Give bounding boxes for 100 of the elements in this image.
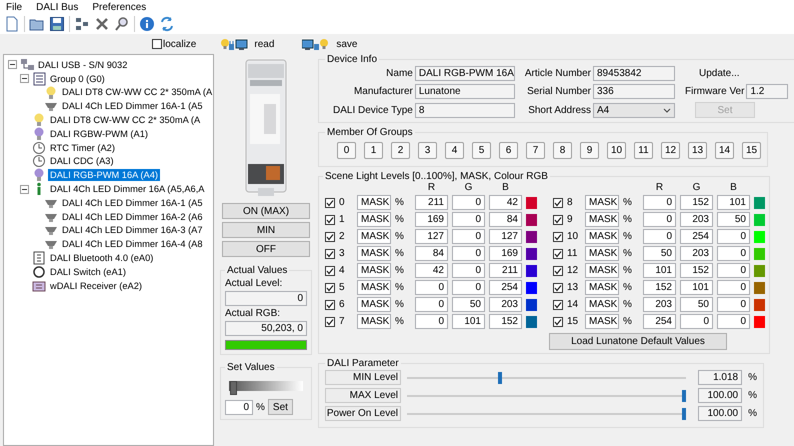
collapse-icon[interactable] xyxy=(20,74,29,84)
value-field[interactable]: 101 xyxy=(643,263,676,278)
dropdown[interactable]: A4 xyxy=(593,102,675,118)
group-toggle[interactable]: 0 xyxy=(337,142,356,159)
collapse-icon[interactable] xyxy=(8,60,17,70)
load-defaults-button[interactable]: Load Lunatone Default Values xyxy=(549,333,727,350)
set-button[interactable]: Set xyxy=(268,399,293,415)
checkbox[interactable] xyxy=(325,316,335,326)
mask-field[interactable]: MASK xyxy=(357,297,391,312)
slider-thumb[interactable] xyxy=(230,381,237,395)
level-slider[interactable] xyxy=(407,408,686,420)
value-field[interactable]: 42 xyxy=(489,195,522,210)
mask-field[interactable]: MASK xyxy=(585,314,619,329)
value-field[interactable]: 203 xyxy=(489,297,522,312)
tree-item[interactable]: DALI DT8 CW-WW CC 2* 350mA (A xyxy=(60,86,213,98)
mask-field[interactable]: MASK xyxy=(585,297,619,312)
value-field[interactable]: 100.00 xyxy=(698,388,742,403)
value-field[interactable]: 127 xyxy=(489,229,522,244)
device-button[interactable]: ON (MAX) xyxy=(222,203,310,219)
mask-field[interactable]: MASK xyxy=(585,229,619,244)
value-field[interactable]: 152 xyxy=(680,263,713,278)
checkbox[interactable] xyxy=(553,232,563,242)
checkbox[interactable] xyxy=(325,266,335,276)
mask-field[interactable]: MASK xyxy=(357,246,391,261)
text-field[interactable]: 89453842 xyxy=(593,66,675,80)
level-slider[interactable] xyxy=(407,372,686,384)
checkbox[interactable] xyxy=(325,214,335,224)
value-field[interactable]: 0 xyxy=(452,246,485,261)
text-field[interactable]: 8 xyxy=(414,102,515,118)
checkbox[interactable] xyxy=(553,198,563,208)
colour-swatch[interactable] xyxy=(754,264,765,276)
value-field[interactable]: 0 xyxy=(717,297,750,312)
value-field[interactable]: 101 xyxy=(717,195,750,210)
info-icon[interactable] xyxy=(139,16,155,32)
save-icon[interactable] xyxy=(49,16,65,32)
group-toggle[interactable]: 3 xyxy=(418,142,437,159)
value-field[interactable]: 203 xyxy=(680,212,713,227)
text-field[interactable]: 336 xyxy=(593,84,675,99)
group-toggle[interactable]: 12 xyxy=(661,142,680,159)
collapse-icon[interactable] xyxy=(20,184,29,194)
group-toggle[interactable]: 4 xyxy=(445,142,464,159)
tree-item[interactable]: DALI 4Ch LED Dimmer 16A-1 (A5 xyxy=(60,100,205,112)
menu-item[interactable]: Preferences xyxy=(92,2,146,12)
colour-swatch[interactable] xyxy=(526,230,537,242)
checkbox[interactable] xyxy=(553,316,563,326)
colour-swatch[interactable] xyxy=(754,248,765,260)
value-field[interactable]: 84 xyxy=(415,246,448,261)
text-field[interactable]: 1.2 xyxy=(746,84,788,99)
group-toggle[interactable]: 13 xyxy=(688,142,707,159)
value-field[interactable]: 203 xyxy=(643,297,676,312)
colour-swatch[interactable] xyxy=(526,248,537,260)
checkbox[interactable] xyxy=(152,39,162,49)
tree-item[interactable]: DALI 4Ch LED Dimmer 16A-3 (A7 xyxy=(60,224,205,236)
value-field[interactable]: 152 xyxy=(489,314,522,329)
read-button[interactable]: read xyxy=(220,38,274,50)
value-field[interactable]: 0 xyxy=(643,229,676,244)
tree-item[interactable]: DALI 4Ch LED Dimmer 16A-2 (A6 xyxy=(60,210,205,223)
checkbox[interactable] xyxy=(325,198,335,208)
value-field[interactable]: 0 xyxy=(717,229,750,244)
menu-item[interactable]: DALI Bus xyxy=(36,2,78,12)
colour-swatch[interactable] xyxy=(526,264,537,276)
value-field[interactable]: 42 xyxy=(415,263,448,278)
slider-thumb[interactable] xyxy=(682,390,686,402)
value-field[interactable]: 50 xyxy=(643,246,676,261)
mask-field[interactable]: MASK xyxy=(357,229,391,244)
mask-field[interactable]: MASK xyxy=(357,280,391,295)
value-field[interactable]: 0 xyxy=(717,263,750,278)
tree-item[interactable]: wDALI Receiver (eA2) xyxy=(48,280,144,292)
checkbox[interactable] xyxy=(325,282,335,292)
slider-thumb[interactable] xyxy=(498,372,502,384)
new-file-icon[interactable] xyxy=(4,16,20,32)
tree-item[interactable]: DALI CDC (A3) xyxy=(48,155,116,168)
level-slider[interactable] xyxy=(229,381,303,395)
value-field[interactable]: 50 xyxy=(680,297,713,312)
value-field[interactable]: 0 xyxy=(452,263,485,278)
value-field[interactable]: 152 xyxy=(643,280,676,295)
mask-field[interactable]: MASK xyxy=(357,212,391,227)
colour-swatch[interactable] xyxy=(526,196,537,208)
tree-item[interactable]: DALI USB - S/N 9032 xyxy=(36,58,130,71)
colour-swatch[interactable] xyxy=(754,230,765,242)
mask-field[interactable]: MASK xyxy=(357,314,391,329)
colour-swatch[interactable] xyxy=(526,316,537,328)
mask-field[interactable]: MASK xyxy=(585,246,619,261)
value-field[interactable]: 0 xyxy=(717,246,750,261)
checkbox[interactable] xyxy=(553,248,563,258)
tree-item[interactable]: DALI 4Ch LED Dimmer 16A-4 (A8 xyxy=(60,238,205,250)
value-field[interactable]: 152 xyxy=(680,195,713,210)
checkbox[interactable] xyxy=(553,282,563,292)
checkbox[interactable] xyxy=(553,266,563,276)
colour-swatch[interactable] xyxy=(526,214,537,226)
group-toggle[interactable]: 14 xyxy=(715,142,734,159)
mask-field[interactable]: MASK xyxy=(585,195,619,210)
colour-swatch[interactable] xyxy=(754,282,765,294)
menu-item[interactable]: File xyxy=(6,2,22,12)
device-button[interactable]: OFF xyxy=(222,241,310,257)
value-field[interactable]: 0 xyxy=(680,314,713,329)
value-field[interactable]: 127 xyxy=(415,229,448,244)
tree-item[interactable]: DALI RGBW-PWM (A1) xyxy=(48,128,150,140)
network-icon[interactable] xyxy=(74,16,90,32)
device-button[interactable]: MIN xyxy=(222,222,310,238)
